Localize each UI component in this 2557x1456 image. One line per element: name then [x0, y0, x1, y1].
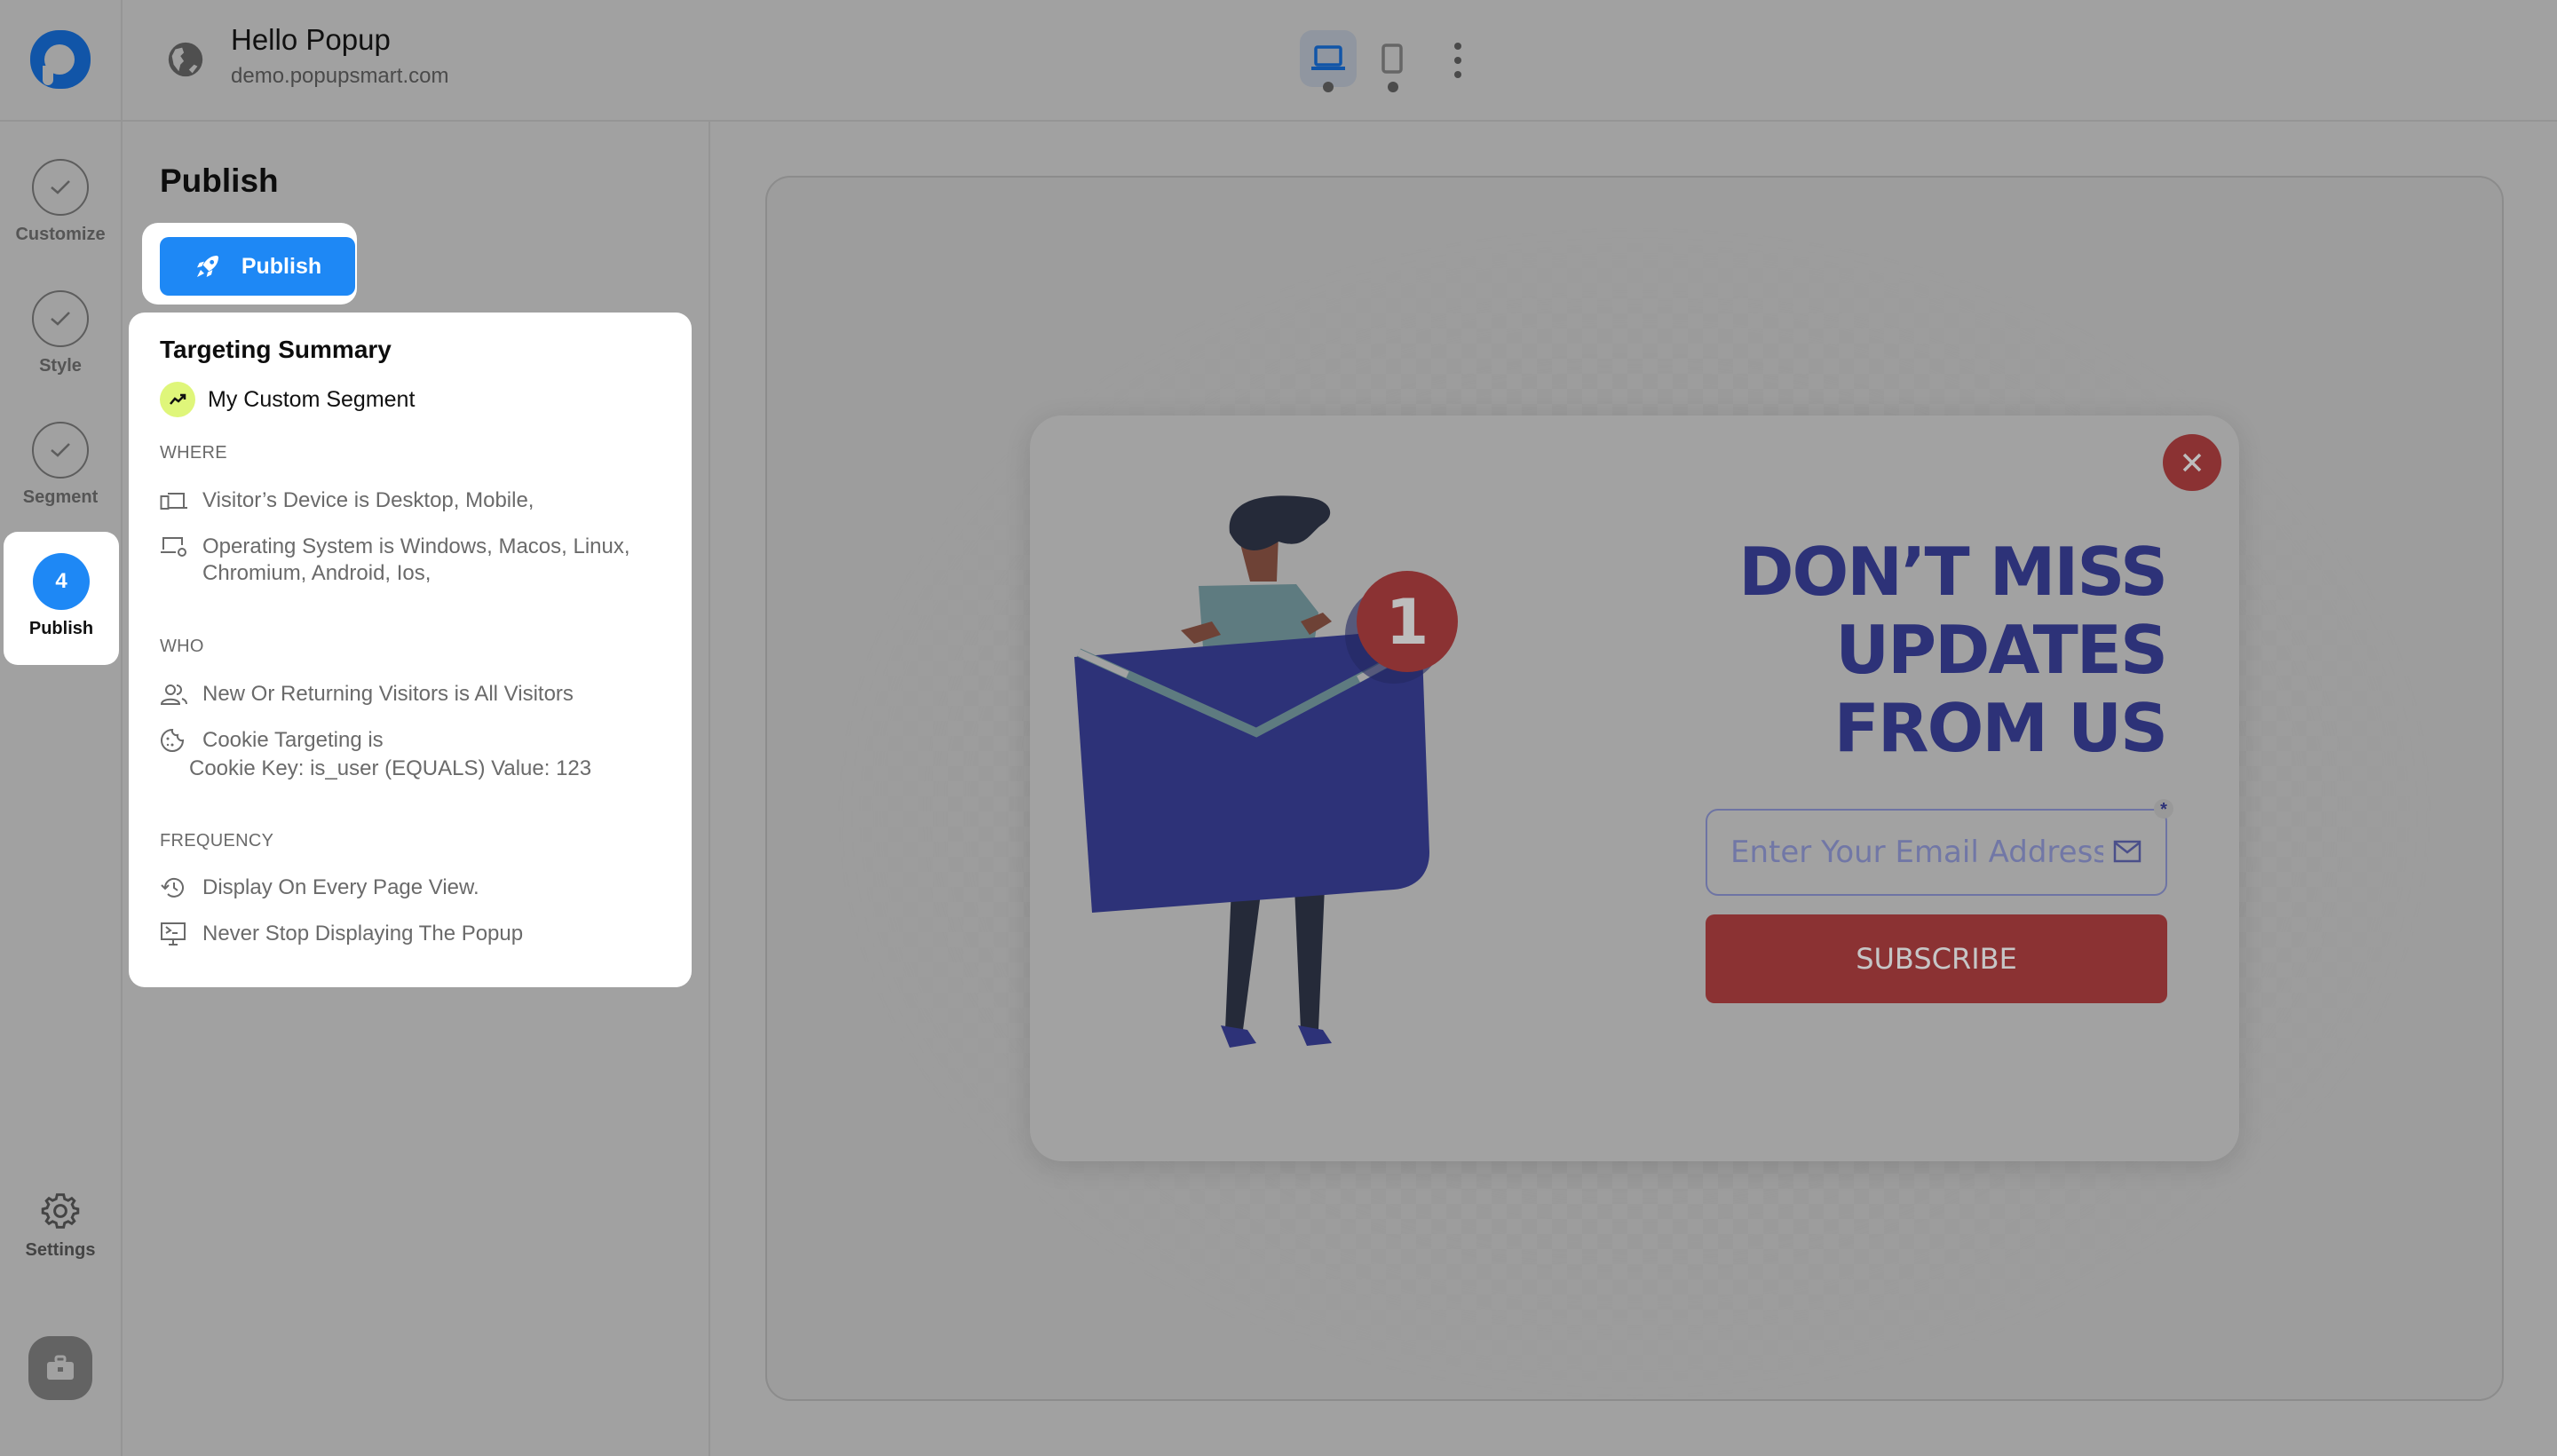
cookie-rule-detail: Cookie Key: is_user (EQUALS) Value: 123 [189, 756, 592, 780]
step-label: Segment [22, 487, 99, 507]
cookie-icon [160, 726, 190, 755]
step-label: Customize [15, 225, 106, 244]
popup-close-button[interactable] [2163, 434, 2221, 491]
popupsmart-logo[interactable] [30, 30, 91, 89]
summary-item-text: Display On Every Page View. [202, 875, 479, 899]
summary-item-text: New Or Returning Visitors is All Visitor… [202, 682, 574, 706]
summary-item-text: Operating System is Windows, Macos, Linu… [202, 534, 630, 558]
summary-item-display: Display On Every Page View. [160, 874, 666, 902]
targeting-summary-card: Targeting Summary My Custom Segment WHER… [129, 313, 692, 987]
frequency-heading: FREQUENCY [160, 831, 274, 851]
globe-icon [168, 42, 203, 77]
summary-item-device: Visitor’s Device is Desktop, Mobile, [160, 487, 666, 515]
trending-up-icon [160, 382, 195, 417]
envelope-illustration: 1 [1074, 495, 1458, 1048]
summary-item-text: Visitor’s Device is Desktop, Mobile, [202, 488, 534, 512]
step-style[interactable]: Style [0, 290, 121, 376]
where-heading: WHERE [160, 443, 227, 463]
devices-icon [160, 487, 190, 515]
summary-item-visitors: New Or Returning Visitors is All Visitor… [160, 680, 666, 708]
step-label: Publish [28, 619, 94, 638]
step-publish[interactable]: 4 Publish [4, 532, 119, 665]
subscribe-button[interactable]: SUBSCRIBE [1706, 914, 2167, 1003]
summary-item-os: Operating System is Windows, Macos, Linu… [160, 533, 666, 561]
dot [1454, 43, 1461, 50]
popup-title: Hello Popup [231, 23, 391, 56]
step-number: 4 [33, 553, 90, 610]
site-url: demo.popupsmart.com [231, 64, 449, 88]
laptop-icon [1311, 45, 1345, 70]
rocket-icon [196, 256, 218, 277]
popup-headline: DON’T MISS UPDATES FROM US [1598, 533, 2168, 767]
settings-label: Settings [25, 1240, 96, 1260]
steps-rail: Customize Style Segment 4 Publish Settin… [0, 122, 123, 1456]
desktop-settings-icon [160, 533, 190, 561]
step-customize[interactable]: Customize [0, 159, 121, 245]
desktop-preview-button[interactable] [1300, 30, 1357, 87]
publish-button[interactable]: Publish [160, 237, 355, 296]
segment-name: My Custom Segment [208, 386, 416, 412]
summary-title: Targeting Summary [160, 336, 392, 363]
more-options-button[interactable] [1447, 43, 1468, 78]
summary-item-stop: Never Stop Displaying The Popup [160, 920, 666, 948]
step-label: Style [39, 356, 82, 376]
notification-badge-count: 1 [1386, 586, 1429, 659]
desktop-indicator-dot [1323, 82, 1334, 92]
settings-button[interactable]: Settings [0, 1191, 121, 1261]
dot [1454, 71, 1461, 78]
mobile-icon [1381, 44, 1403, 74]
history-icon [160, 874, 190, 902]
check-icon [32, 290, 89, 347]
summary-item-text: Cookie Targeting is [202, 728, 384, 752]
users-icon [160, 680, 190, 708]
email-input[interactable] [1730, 835, 2103, 870]
email-field[interactable] [1706, 809, 2167, 896]
who-heading: WHO [160, 637, 204, 656]
mobile-indicator-dot [1388, 82, 1398, 92]
briefcase-icon [47, 1355, 74, 1380]
gear-icon [41, 1193, 80, 1229]
segment-row: My Custom Segment [160, 382, 415, 417]
panel-title: Publish [160, 162, 279, 199]
publish-panel: Publish Publish Targeting Summary My Cus… [124, 122, 710, 1456]
terminal-monitor-icon [160, 920, 190, 948]
publish-button-highlight: Publish [142, 223, 357, 305]
check-icon [32, 159, 89, 216]
check-icon [32, 422, 89, 479]
step-segment[interactable]: Segment [0, 422, 121, 508]
dot [1454, 57, 1461, 64]
workspace-button[interactable] [28, 1336, 92, 1400]
headline-line: DON’T MISS [1738, 533, 2168, 611]
publish-button-label: Publish [241, 253, 322, 279]
app: Hello Popup demo.popupsmart.com Customiz… [0, 0, 2557, 1456]
mobile-preview-button[interactable] [1364, 30, 1421, 87]
headline-line: FROM US [1833, 689, 2168, 767]
headline-line: UPDATES [1835, 611, 2168, 689]
mail-icon [2113, 840, 2141, 863]
summary-item-text: Never Stop Displaying The Popup [202, 922, 524, 946]
top-bar: Hello Popup demo.popupsmart.com [0, 0, 2557, 122]
summary-item-cookie: Cookie Targeting is [160, 726, 666, 755]
required-marker: * [2154, 799, 2173, 819]
close-icon [2182, 453, 2202, 472]
logo-cell [0, 0, 123, 122]
summary-item-os-continued: Chromium, Android, Ios, [202, 561, 431, 585]
